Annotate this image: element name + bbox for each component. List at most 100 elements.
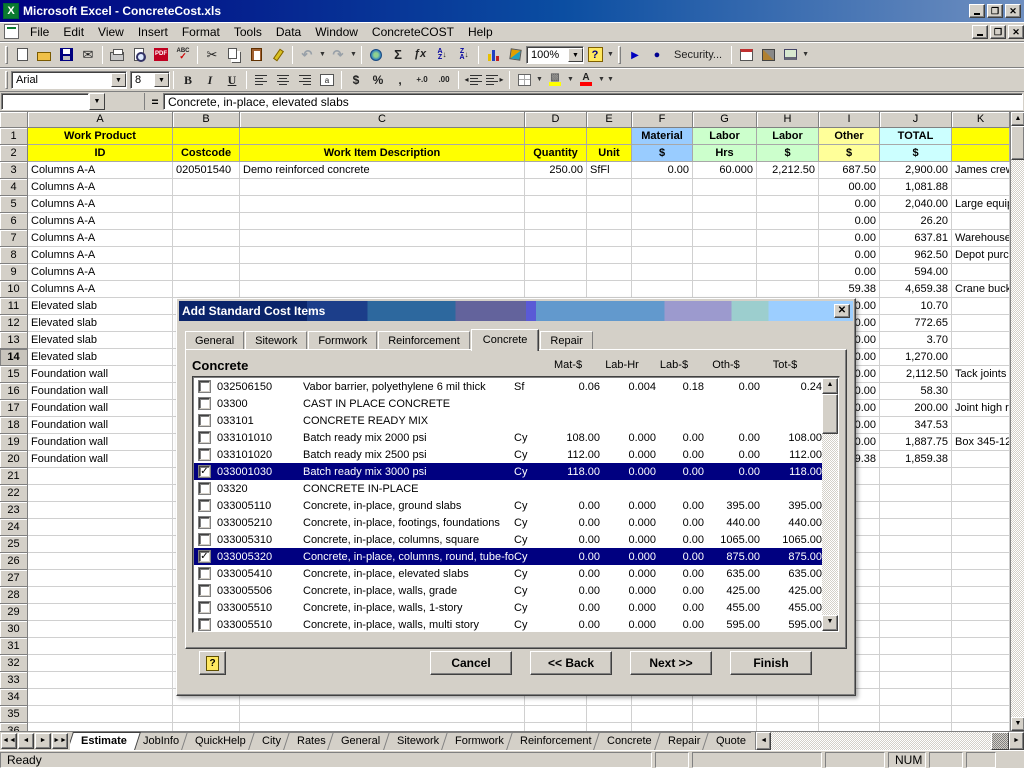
grid-cell[interactable]: Unit xyxy=(587,145,632,162)
dialog-close-icon[interactable]: ✕ xyxy=(834,304,850,318)
grid-cell[interactable] xyxy=(693,281,757,298)
grid-cell[interactable]: Columns A-A xyxy=(28,281,173,298)
grid-cell[interactable] xyxy=(952,723,1010,731)
grid-cell[interactable]: 0.00 xyxy=(819,230,880,247)
grid-cell[interactable]: SfFl xyxy=(587,162,632,179)
grid-cell[interactable] xyxy=(880,570,952,587)
grid-cell[interactable]: 200.00 xyxy=(880,400,952,417)
visual-basic-editor-icon[interactable] xyxy=(736,45,756,65)
merge-center-icon[interactable]: a xyxy=(317,70,337,90)
grid-cell[interactable] xyxy=(240,230,525,247)
dialog-tab-general[interactable]: General xyxy=(185,331,244,350)
font-size-combo[interactable]: 8▼ xyxy=(130,71,170,89)
grid-cell[interactable] xyxy=(240,281,525,298)
grid-cell[interactable]: 2,040.00 xyxy=(880,196,952,213)
grid-cell[interactable] xyxy=(173,128,240,145)
grid-cell[interactable]: Depot purc xyxy=(952,247,1010,264)
formula-input[interactable]: Concrete, in-place, elevated slabs xyxy=(163,93,1023,110)
grid-cell[interactable] xyxy=(28,621,173,638)
menu-item-tools[interactable]: Tools xyxy=(227,23,269,41)
cost-item-row[interactable]: 033005210Concrete, in-place, footings, f… xyxy=(194,514,822,531)
grid-cell[interactable]: TOTAL xyxy=(880,128,952,145)
grid-cell[interactable]: Columns A-A xyxy=(28,247,173,264)
row-header-31[interactable]: 31 xyxy=(0,638,28,655)
workbook-minimize-button[interactable] xyxy=(972,25,988,39)
grid-cell[interactable]: Quantity xyxy=(525,145,587,162)
grid-cell[interactable]: Foundation wall xyxy=(28,366,173,383)
first-sheet-icon[interactable]: ◄◄ xyxy=(1,733,17,749)
grid-cell[interactable]: 0.00 xyxy=(819,196,880,213)
grid-cell[interactable] xyxy=(952,655,1010,672)
grid-cell[interactable] xyxy=(880,672,952,689)
grid-cell[interactable]: 3.70 xyxy=(880,332,952,349)
grid-cell[interactable]: Crane buck xyxy=(952,281,1010,298)
grid-cell[interactable] xyxy=(173,281,240,298)
grid-cell[interactable] xyxy=(952,315,1010,332)
cost-item-row[interactable]: 033101CONCRETE READY MIX xyxy=(194,412,822,429)
grid-cell[interactable]: 687.50 xyxy=(819,162,880,179)
grid-cell[interactable]: Demo reinforced concrete xyxy=(240,162,525,179)
grid-cell[interactable] xyxy=(952,502,1010,519)
grid-cell[interactable] xyxy=(757,230,819,247)
grid-cell[interactable]: Work Product xyxy=(28,128,173,145)
grid-cell[interactable] xyxy=(587,213,632,230)
grid-cell[interactable] xyxy=(757,196,819,213)
dialog-tab-sitework[interactable]: Sitework xyxy=(245,331,307,350)
grid-cell[interactable]: 962.50 xyxy=(880,247,952,264)
grid-cell[interactable]: 26.20 xyxy=(880,213,952,230)
cancel-button[interactable]: Cancel xyxy=(430,651,512,675)
row-header-18[interactable]: 18 xyxy=(0,417,28,434)
grid-cell[interactable] xyxy=(173,230,240,247)
grid-cell[interactable] xyxy=(757,723,819,731)
grid-cell[interactable] xyxy=(952,604,1010,621)
cost-item-row[interactable]: 032506150Vabor barrier, polyethylene 6 m… xyxy=(194,378,822,395)
align-left-icon[interactable] xyxy=(251,70,271,90)
grid-cell[interactable]: 250.00 xyxy=(525,162,587,179)
grid-cell[interactable]: $ xyxy=(819,145,880,162)
grid-cell[interactable]: Elevated slab xyxy=(28,315,173,332)
increase-indent-icon[interactable]: ▸ xyxy=(485,70,505,90)
drawing-icon[interactable] xyxy=(505,45,525,65)
grid-cell[interactable]: 10.70 xyxy=(880,298,952,315)
grid-cell[interactable] xyxy=(28,536,173,553)
cost-item-row[interactable]: 033005510Concrete, in-place, walls, mult… xyxy=(194,616,822,633)
decrease-indent-icon[interactable]: ◂ xyxy=(463,70,483,90)
grid-cell[interactable] xyxy=(880,638,952,655)
grid-cell[interactable] xyxy=(28,519,173,536)
cost-item-row[interactable]: ✓033005320Concrete, in-place, columns, r… xyxy=(194,548,822,565)
paste-icon[interactable] xyxy=(246,45,266,65)
next-sheet-icon[interactable]: ► xyxy=(35,733,51,749)
workbook-close-button[interactable]: ✕ xyxy=(1008,25,1024,39)
autosum-icon[interactable] xyxy=(388,45,408,65)
scroll-down-icon[interactable]: ▼ xyxy=(1011,717,1024,731)
grid-cell[interactable]: Elevated slab xyxy=(28,332,173,349)
grid-cell[interactable]: Labor xyxy=(693,128,757,145)
grid-cell[interactable] xyxy=(173,196,240,213)
cost-item-row[interactable]: 033005510Concrete, in-place, walls, 1-st… xyxy=(194,599,822,616)
row-header-8[interactable]: 8 xyxy=(0,247,28,264)
fill-color-icon[interactable]: ▧ xyxy=(545,70,565,90)
grid-cell[interactable] xyxy=(525,723,587,731)
grid-cell[interactable] xyxy=(240,213,525,230)
comma-icon[interactable]: , xyxy=(390,70,410,90)
cost-item-row[interactable]: 03300CAST IN PLACE CONCRETE xyxy=(194,395,822,412)
grid-cell[interactable] xyxy=(28,587,173,604)
menu-item-insert[interactable]: Insert xyxy=(131,23,175,41)
grid-cell[interactable]: 58.30 xyxy=(880,383,952,400)
column-header-J[interactable]: J xyxy=(880,112,952,128)
list-scroll-down-icon[interactable]: ▼ xyxy=(822,615,838,631)
row-header-21[interactable]: 21 xyxy=(0,468,28,485)
select-all-corner[interactable] xyxy=(0,112,28,128)
grid-cell[interactable]: Other xyxy=(819,128,880,145)
grid-cell[interactable]: 60.000 xyxy=(693,162,757,179)
grid-cell[interactable] xyxy=(28,485,173,502)
name-box-dropdown-icon[interactable]: ▼ xyxy=(89,93,105,110)
paste-function-icon[interactable]: ƒx xyxy=(410,45,430,65)
grid-cell[interactable] xyxy=(28,553,173,570)
row-header-4[interactable]: 4 xyxy=(0,179,28,196)
checkbox-icon[interactable] xyxy=(199,602,210,613)
checkbox-icon[interactable] xyxy=(199,449,210,460)
grid-cell[interactable]: 772.65 xyxy=(880,315,952,332)
grid-cell[interactable] xyxy=(952,145,1010,162)
next-button[interactable]: Next >> xyxy=(630,651,712,675)
